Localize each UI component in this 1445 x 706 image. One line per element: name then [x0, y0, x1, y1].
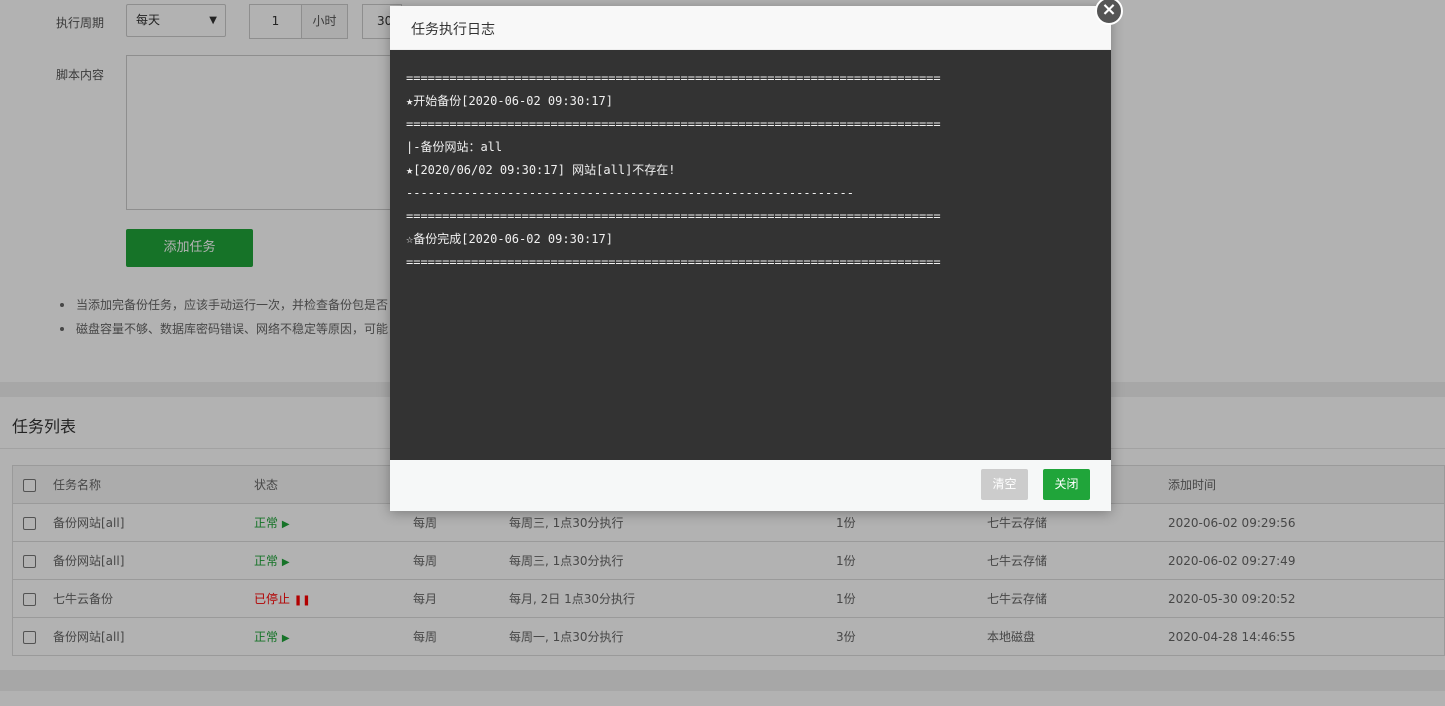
log-line: ----------------------------------------…: [406, 186, 854, 200]
log-line: ★[2020/06/02 09:30:17] 网站[all]不存在!: [406, 163, 676, 177]
log-line: ========================================…: [406, 209, 941, 223]
log-line: ========================================…: [406, 71, 941, 85]
log-line: ☆备份完成[2020-06-02 09:30:17]: [406, 232, 613, 246]
modal-header: 任务执行日志: [390, 6, 1111, 50]
task-log-modal: 任务执行日志 × ===============================…: [390, 0, 1123, 511]
modal-footer: 清空 关闭: [390, 460, 1111, 511]
clear-button[interactable]: 清空: [981, 469, 1028, 500]
log-output: ========================================…: [390, 50, 1111, 460]
log-line: ========================================…: [406, 255, 941, 269]
log-line: |-备份网站：all: [406, 140, 503, 154]
close-button[interactable]: 关闭: [1043, 469, 1090, 500]
log-line: ★开始备份[2020-06-02 09:30:17]: [406, 94, 613, 108]
modal-title: 任务执行日志: [411, 22, 495, 38]
log-line: ========================================…: [406, 117, 941, 131]
